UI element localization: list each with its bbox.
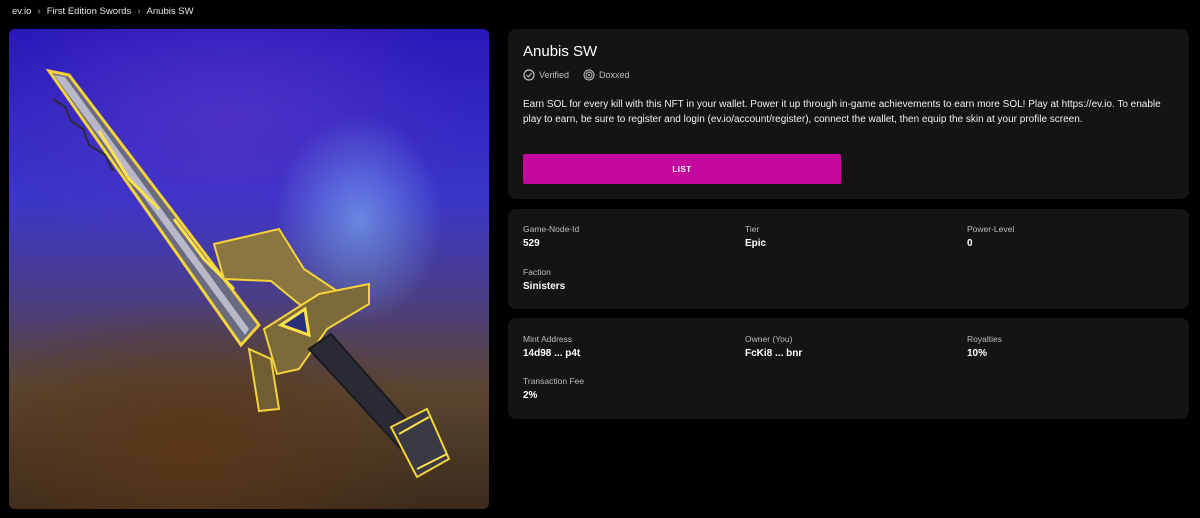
attribute-tier: Tier Epic — [745, 224, 766, 249]
attribute-label: Faction — [523, 267, 551, 277]
detail-value: 10% — [967, 348, 988, 359]
attribute-power-level: Power-Level 0 — [967, 224, 1014, 249]
detail-royalties: Royalties 10% — [967, 334, 1002, 359]
verified-badge: Verified — [523, 69, 569, 81]
detail-transaction-fee: Transaction Fee 2% — [523, 376, 584, 401]
attribute-label: Tier — [745, 224, 760, 234]
nft-artwork — [9, 29, 489, 509]
detail-value[interactable]: FcKi8 ... bnr — [745, 348, 802, 359]
nft-title: Anubis SW — [523, 43, 598, 60]
detail-owner: Owner (You) FcKi8 ... bnr — [745, 334, 802, 359]
detail-mint-address: Mint Address 14d98 ... p4t — [523, 334, 580, 359]
nft-description: Earn SOL for every kill with this NFT in… — [523, 99, 1161, 125]
verified-check-icon — [523, 69, 535, 81]
breadcrumb: ev.io › First Edition Swords › Anubis SW — [12, 6, 194, 17]
badge-row: Verified Doxxed — [523, 69, 1174, 81]
chevron-right-icon: › — [137, 6, 141, 17]
detail-label: Transaction Fee — [523, 376, 585, 386]
attribute-label: Game-Node-Id — [523, 224, 580, 234]
detail-label: Mint Address — [523, 334, 573, 344]
breadcrumb-item-collection[interactable]: First Edition Swords — [47, 6, 131, 17]
mint-details-card: Mint Address 14d98 ... p4t Owner (You) F… — [508, 318, 1189, 419]
sword-illustration — [45, 68, 451, 479]
attribute-value: Epic — [745, 238, 767, 249]
detail-label: Owner (You) — [745, 334, 793, 344]
detail-value: 2% — [523, 390, 538, 401]
attribute-game-node-id: Game-Node-Id 529 — [523, 224, 579, 249]
chevron-right-icon: › — [37, 6, 41, 17]
detail-value[interactable]: 14d98 ... p4t — [523, 348, 580, 359]
verified-label: Verified — [539, 70, 570, 80]
nft-summary-card: Anubis SW Verified Doxxed Earn SOL for e… — [508, 29, 1189, 199]
doxxed-badge: Doxxed — [583, 69, 630, 81]
attribute-value: Sinisters — [523, 281, 566, 292]
attribute-faction: Faction Sinisters — [523, 267, 565, 292]
detail-label: Royalties — [967, 334, 1002, 344]
attribute-value: 0 — [967, 238, 973, 249]
attributes-card: Game-Node-Id 529 Tier Epic Power-Level 0… — [508, 209, 1189, 309]
list-button[interactable]: LIST — [523, 154, 841, 184]
doxxed-label: Doxxed — [599, 70, 630, 80]
breadcrumb-item-home[interactable]: ev.io — [12, 6, 31, 17]
breadcrumb-item-current: Anubis SW — [146, 6, 194, 17]
attribute-label: Power-Level — [967, 224, 1015, 234]
attribute-value: 529 — [523, 238, 540, 249]
fingerprint-icon — [583, 69, 595, 81]
